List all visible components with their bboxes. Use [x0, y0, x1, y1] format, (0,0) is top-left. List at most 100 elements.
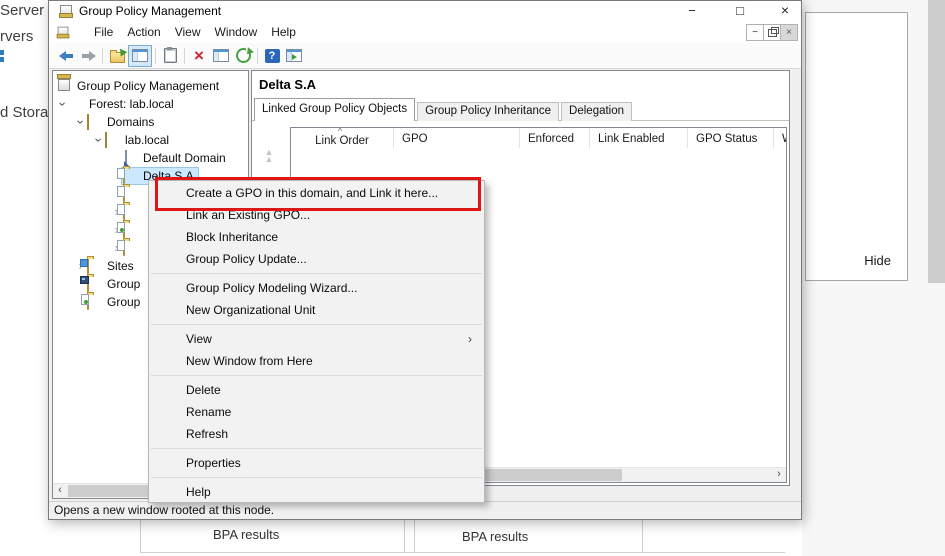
tab-linked-group-policy-objects[interactable]: Linked Group Policy Objects [254, 98, 415, 121]
mdi-close-button[interactable]: × [780, 24, 798, 41]
console-tree-icon [132, 49, 148, 62]
close-button[interactable]: × [776, 2, 794, 19]
scrollbar-thumb[interactable] [68, 485, 158, 497]
delete-button[interactable]: × [188, 46, 210, 66]
tree-item-group-policy-management[interactable]: Group Policy Management [53, 77, 248, 95]
help-button[interactable]: ? [261, 46, 283, 66]
hide-button[interactable]: Hide [864, 253, 891, 268]
mdi-restore-button[interactable] [763, 24, 781, 41]
menu-window[interactable]: Window [208, 25, 265, 39]
domains-icon [87, 114, 89, 130]
bpa-table-divider [642, 520, 643, 553]
menu-item-group-policy-update[interactable]: Group Policy Update... [149, 248, 484, 270]
title-bar: Group Policy Management − □ × [49, 1, 801, 22]
column-header-link-enabled[interactable]: Link Enabled [590, 128, 688, 148]
mdi-child-icon [57, 26, 70, 38]
tree-item-label: Group [107, 277, 140, 291]
menu-item-help[interactable]: Help [149, 481, 484, 503]
refresh-icon [236, 48, 251, 63]
column-header-gpo[interactable]: GPO [394, 128, 520, 148]
modeling-folder-icon [87, 276, 89, 292]
column-header-enforced[interactable]: Enforced [520, 128, 590, 148]
menu-item-new-window-from-here[interactable]: New Window from Here [149, 350, 484, 372]
scrollbar-thumb[interactable] [477, 469, 622, 481]
bpa-table-divider [414, 520, 415, 553]
ou-folder-icon [123, 240, 125, 256]
toolbar-separator [257, 48, 258, 64]
tree-item-domains[interactable]: › Domains [53, 113, 248, 131]
new-window-button[interactable] [283, 46, 305, 66]
menu-item-label: View [186, 332, 212, 346]
properties-button[interactable] [210, 46, 232, 66]
back-button[interactable] [55, 46, 77, 66]
gpmc-app-icon [59, 5, 73, 18]
tree-item-label: Domains [107, 115, 154, 129]
back-arrow-icon [59, 51, 74, 61]
column-header-link-order[interactable]: ^ Link Order [291, 128, 394, 148]
tree-item-label: Default Domain [143, 151, 226, 165]
sidebar-item-fragment-server[interactable]: Server [0, 2, 44, 19]
tree-item-forest-lab-local[interactable]: › Forest: lab.local [53, 95, 248, 113]
menu-item-rename[interactable]: Rename [149, 401, 484, 423]
delete-x-icon: × [194, 48, 204, 64]
ou-folder-icon [123, 168, 125, 184]
page-title: Delta S.A [259, 77, 316, 92]
mdi-minimize-button[interactable]: − [746, 24, 764, 41]
show-console-tree-toggle[interactable] [128, 45, 152, 67]
menu-item-view[interactable]: View › [149, 328, 484, 350]
play-icon [292, 54, 297, 60]
toolbar: × ? [49, 43, 801, 69]
tree-item-label: Group [107, 295, 140, 309]
bpa-results-label: BPA results [462, 529, 528, 544]
toolbar-separator [155, 48, 156, 64]
forward-arrow-icon [81, 51, 96, 61]
sidebar-item-fragment-rvers[interactable]: rvers [0, 28, 33, 45]
up-one-level-button[interactable] [106, 46, 128, 66]
menu-item-delete[interactable]: Delete [149, 379, 484, 401]
toolbar-separator [184, 48, 185, 64]
menu-item-properties[interactable]: Properties [149, 452, 484, 474]
menu-item-block-inheritance[interactable]: Block Inheritance [149, 226, 484, 248]
menu-item-modeling-wizard[interactable]: Group Policy Modeling Wizard... [149, 277, 484, 299]
scroll-left-arrow[interactable]: ‹ [53, 484, 67, 497]
sites-folder-icon [87, 258, 89, 274]
partial-icon-fragment [0, 50, 4, 62]
properties-window-icon [213, 49, 229, 62]
menu-bar: File Action View Window Help − × [49, 21, 801, 44]
column-header-wmi[interactable]: W [774, 128, 787, 148]
bpa-table-divider [404, 520, 405, 553]
menu-separator [151, 477, 482, 478]
annotation-highlight-box [155, 177, 481, 211]
bpa-table-divider [140, 552, 785, 553]
move-link-up-icon[interactable]: ▲ ▲ [260, 149, 278, 163]
export-list-button[interactable] [159, 46, 181, 66]
bpa-table-divider [140, 520, 141, 553]
menu-file[interactable]: File [87, 25, 120, 39]
refresh-button[interactable] [232, 46, 254, 66]
menu-action[interactable]: Action [120, 25, 167, 39]
tab-strip: Linked Group Policy Objects Group Policy… [254, 99, 634, 121]
tab-group-policy-inheritance[interactable]: Group Policy Inheritance [417, 102, 559, 121]
window-title: Group Policy Management [79, 4, 221, 18]
background-scroll-strip [928, 0, 945, 283]
menu-view[interactable]: View [168, 25, 208, 39]
tree-item-label: Forest: lab.local [89, 97, 174, 111]
maximize-button[interactable]: □ [731, 2, 749, 19]
gpo-link-icon [125, 150, 127, 166]
menu-item-refresh[interactable]: Refresh [149, 423, 484, 445]
tree-item-default-domain-policy[interactable]: Default Domain [53, 149, 248, 167]
tree-item-label: Sites [107, 259, 134, 273]
ou-folder-icon [123, 186, 125, 202]
tree-item-label: lab.local [125, 133, 169, 147]
menu-item-new-organizational-unit[interactable]: New Organizational Unit [149, 299, 484, 321]
minimize-button[interactable]: − [683, 2, 701, 19]
submenu-arrow-icon: › [468, 328, 472, 350]
column-header-gpo-status[interactable]: GPO Status [688, 128, 774, 148]
forward-button[interactable] [77, 46, 99, 66]
scroll-right-arrow[interactable]: › [772, 468, 786, 481]
new-window-icon [286, 49, 302, 62]
tab-delegation[interactable]: Delegation [561, 102, 632, 121]
tree-item-lab-local[interactable]: › lab.local [53, 131, 248, 149]
menu-help[interactable]: Help [264, 25, 303, 39]
status-bar: Opens a new window rooted at this node. [49, 501, 801, 519]
